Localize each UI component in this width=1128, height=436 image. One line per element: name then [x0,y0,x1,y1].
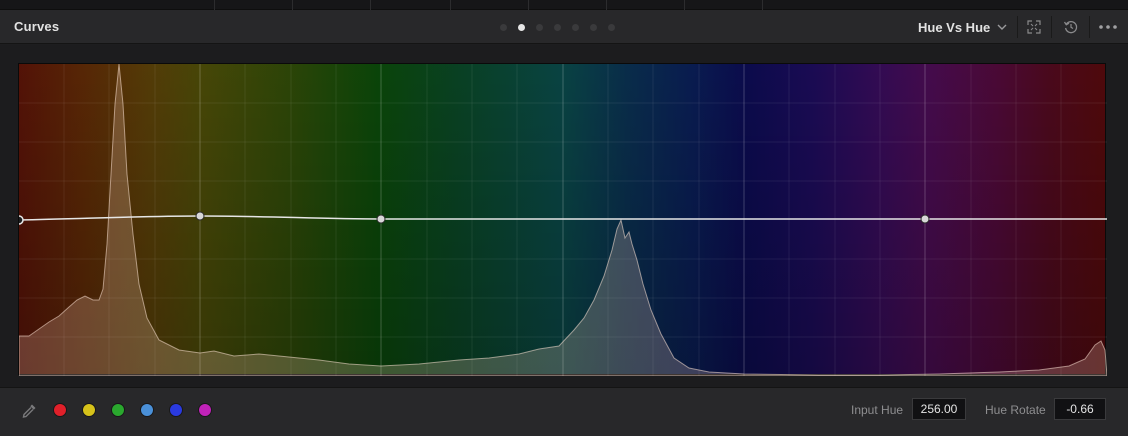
curves-header: Curves Hue Vs Hue [0,10,1128,44]
swatch-magenta[interactable] [199,404,211,416]
swatch-cyan[interactable] [141,404,153,416]
reset-icon [1063,20,1078,34]
swatch-blue[interactable] [170,404,182,416]
color-swatches [54,404,211,416]
page-dot-5[interactable] [572,24,579,31]
curve-mode-value: Hue Vs Hue [918,19,991,35]
input-hue-field[interactable]: 256.00 [912,398,966,420]
page-dot-1[interactable] [500,24,507,31]
top-strip [0,0,1128,10]
hue-rotate-field[interactable]: -0.66 [1054,398,1106,420]
page-dot-3[interactable] [536,24,543,31]
page-indicator [500,24,615,31]
more-options-icon [1099,25,1117,29]
eyedropper-icon[interactable] [20,402,38,420]
curve-control-point[interactable] [195,211,205,221]
page-dot-4[interactable] [554,24,561,31]
hue-rotate-label: Hue Rotate [985,403,1046,417]
expand-icon [1027,20,1041,34]
curve-mode-select[interactable]: Hue Vs Hue [912,14,1014,40]
curve-control-point[interactable] [376,214,386,224]
header-divider [1089,16,1090,38]
curve-graph-frame [0,45,1128,387]
swatch-green[interactable] [112,404,124,416]
major-grid [199,64,926,376]
panel-title: Curves [14,19,60,34]
more-options-button[interactable] [1094,15,1122,39]
hue-vs-hue-graph[interactable] [18,63,1107,376]
header-divider [1017,16,1018,38]
swatch-yellow[interactable] [83,404,95,416]
input-hue-label: Input Hue [851,403,904,417]
expand-button[interactable] [1020,15,1048,39]
page-dot-7[interactable] [608,24,615,31]
reset-button[interactable] [1057,15,1085,39]
curve-canvas [19,64,1107,376]
page-dot-2[interactable] [518,24,525,31]
swatch-red[interactable] [54,404,66,416]
page-dot-6[interactable] [590,24,597,31]
chevron-down-icon [997,24,1007,30]
header-divider [1051,16,1052,38]
curve-control-point[interactable] [19,215,24,225]
curve-control-point[interactable] [920,214,930,224]
curves-footer: Input Hue 256.00 Hue Rotate -0.66 [0,387,1128,436]
